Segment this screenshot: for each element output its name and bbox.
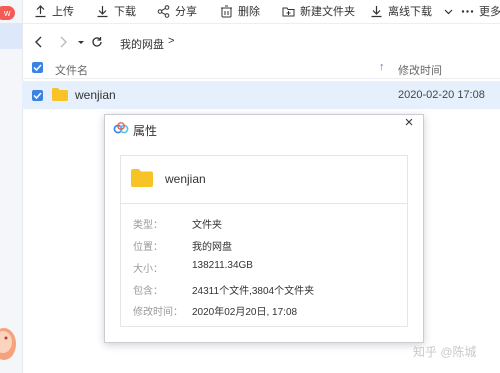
chevron-down-icon[interactable] [442, 3, 455, 19]
forward-icon[interactable] [56, 35, 70, 49]
prop-label-type: 类型： [133, 220, 163, 231]
prop-label-location: 位置： [133, 242, 163, 253]
select-all-checkbox[interactable] [32, 62, 43, 73]
row-checkbox[interactable] [32, 90, 43, 101]
new-folder-label: 新建文件夹 [300, 6, 355, 18]
dropdown-chevron [444, 9, 453, 14]
mascot-icon [0, 328, 16, 360]
watermark: 知乎 @陈城 [413, 345, 477, 359]
offline-download-button[interactable]: 离线下载 [370, 3, 432, 19]
column-name-header[interactable]: 文件名 [55, 62, 88, 78]
more-label: 更多 [479, 6, 500, 18]
divider [121, 203, 407, 204]
sidebar-selected-item[interactable] [0, 23, 22, 49]
table-row[interactable]: wenjian 2020-02-20 17:08 [22, 81, 500, 109]
upload-label: 上传 [52, 6, 74, 18]
refresh-icon[interactable] [90, 35, 104, 49]
sidebar: w [0, 0, 23, 373]
history-dropdown-icon[interactable] [74, 35, 88, 49]
folder-icon [52, 88, 68, 101]
prop-value-size: 138211.34GB [192, 260, 253, 271]
more-icon [461, 9, 474, 13]
new-badge: w [0, 6, 15, 20]
delete-label: 删除 [238, 6, 260, 18]
upload-icon [35, 4, 46, 17]
prop-value-type: 文件夹 [192, 220, 222, 231]
new-folder-button[interactable]: 新建文件夹 [282, 3, 355, 19]
address-bar: 我的网盘 > [22, 30, 500, 56]
delete-button[interactable]: 删除 [220, 3, 260, 19]
file-modified-time: 2020-02-20 17:08 [398, 89, 485, 101]
prop-value-location: 我的网盘 [192, 242, 232, 253]
properties-panel: wenjian 类型： 文件夹 位置： 我的网盘 大小： 138211.34GB… [120, 155, 408, 327]
download-icon [97, 5, 108, 17]
share-label: 分享 [175, 6, 197, 18]
new-folder-icon [282, 7, 295, 16]
checkmark-icon [33, 92, 42, 100]
toolbar: 上传 下载 分享 删除 新建文件夹 离线下载 更多 [22, 0, 500, 24]
file-name: wenjian [75, 88, 116, 102]
prop-label-modified: 修改时间： [133, 307, 183, 318]
close-button[interactable]: × [402, 115, 416, 130]
cloud-logo-icon [113, 122, 129, 134]
trash-icon [221, 5, 232, 17]
properties-dialog: 属性 × wenjian 类型： 文件夹 位置： 我的网盘 大小： 138211… [104, 114, 424, 343]
column-time-header[interactable]: 修改时间 [398, 62, 442, 78]
download-button[interactable]: 下载 [96, 3, 136, 19]
offline-download-icon [371, 5, 382, 17]
share-button[interactable]: 分享 [157, 3, 197, 19]
offline-download-label: 离线下载 [388, 6, 432, 18]
file-list-header: 文件名 ↑ 修改时间 [22, 58, 500, 79]
checkmark-icon [33, 64, 42, 72]
dialog-title: 属性 [133, 124, 158, 138]
prop-label-size: 大小： [133, 264, 163, 275]
download-label: 下载 [114, 6, 136, 18]
share-icon [157, 4, 170, 18]
folder-name: wenjian [165, 172, 206, 186]
folder-icon [131, 169, 153, 187]
prop-label-contains: 包含： [133, 286, 163, 297]
prop-value-modified: 2020年02月20日, 17:08 [192, 307, 298, 318]
prop-value-contains: 24311个文件,3804个文件夹 [192, 286, 315, 297]
more-button[interactable]: 更多 [461, 3, 500, 19]
breadcrumb-separator: > [168, 35, 175, 47]
sort-arrow-up-icon[interactable]: ↑ [379, 61, 385, 73]
back-icon[interactable] [32, 35, 46, 49]
breadcrumb-my-drive[interactable]: 我的网盘 [120, 36, 164, 52]
upload-button[interactable]: 上传 [34, 3, 74, 19]
